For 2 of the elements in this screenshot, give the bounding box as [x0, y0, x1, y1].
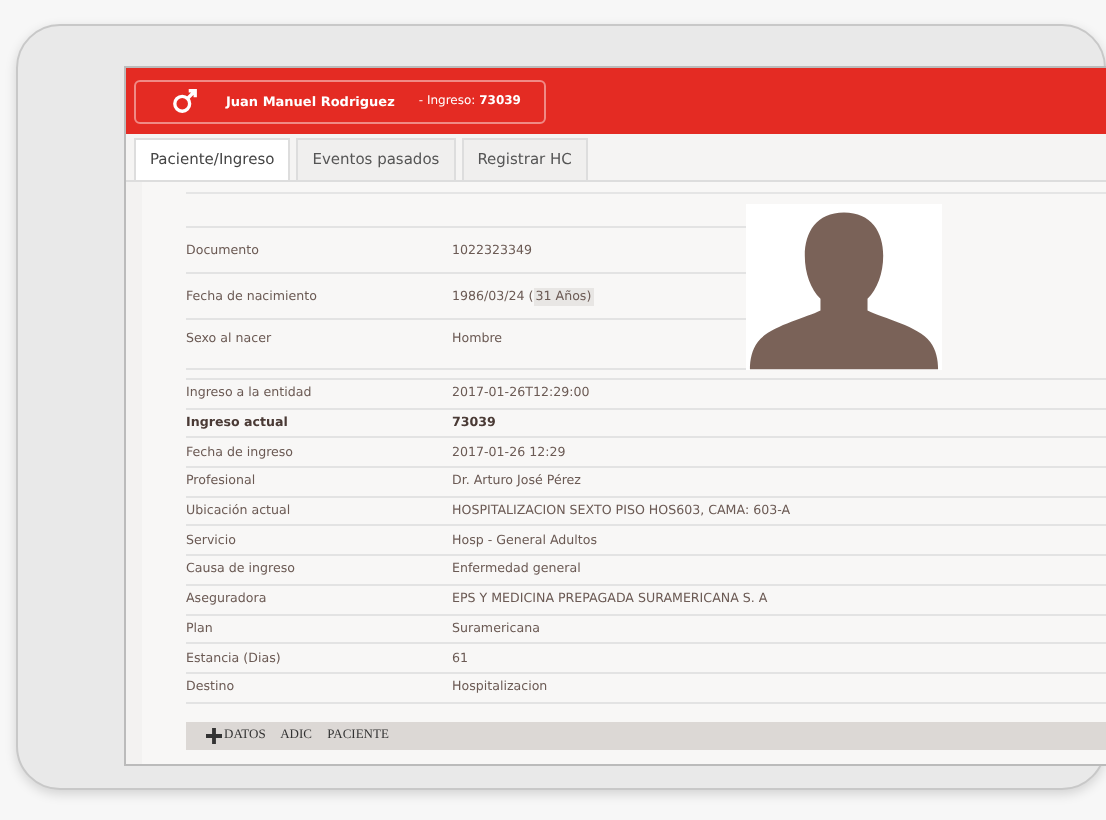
male-symbol-icon [172, 88, 198, 114]
plus-icon [206, 727, 222, 744]
